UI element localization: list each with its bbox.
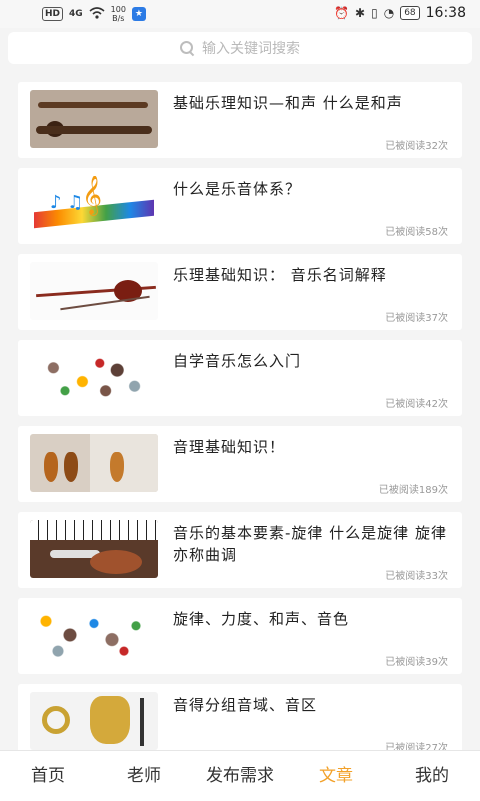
article-card[interactable]: ♪ ♫ 𝄞 什么是乐音体系？ 已被阅读58次 [18, 168, 462, 244]
read-count: 已被阅读189次 [378, 485, 448, 496]
article-thumbnail [30, 262, 158, 320]
read-count: 已被阅读42次 [385, 399, 448, 410]
search-input[interactable]: 输入关键词搜索 [202, 38, 300, 58]
read-count: 已被阅读37次 [385, 313, 448, 324]
tab-mine[interactable]: 我的 [384, 751, 480, 801]
article-thumbnail [30, 606, 158, 664]
article-title: 自学音乐怎么入门 [173, 352, 302, 370]
article-card[interactable]: 旋律、力度、和声、音色 已被阅读39次 [18, 598, 462, 674]
article-card[interactable]: 音乐的基本要素-旋律 什么是旋律 旋律亦称曲调 已被阅读33次 [18, 512, 462, 588]
article-title: 音理基础知识！ [173, 438, 286, 456]
tab-home[interactable]: 首页 [0, 751, 96, 801]
search-bar[interactable]: 输入关键词搜索 [8, 32, 472, 64]
tab-post-request[interactable]: 发布需求 [192, 751, 288, 801]
article-thumbnail [30, 90, 158, 148]
article-card[interactable]: 音得分组音域、音区 已被阅读27次 [18, 684, 462, 750]
bluetooth-icon: ✱ [355, 6, 366, 20]
tab-articles[interactable]: 文章 [288, 751, 384, 801]
article-title: 什么是乐音体系？ [173, 180, 302, 198]
clock: 16:38 [425, 5, 466, 21]
gauge-icon: ◔ [383, 6, 395, 20]
article-card[interactable]: 音理基础知识！ 已被阅读189次 [18, 426, 462, 502]
article-title: 乐理基础知识： 音乐名词解释 [173, 266, 387, 284]
article-thumbnail [30, 692, 158, 750]
tab-teachers[interactable]: 老师 [96, 751, 192, 801]
signal-icon: 4G [69, 9, 83, 19]
alarm-icon: ⏰ [334, 6, 350, 20]
read-count: 已被阅读33次 [385, 571, 448, 582]
wifi-icon [89, 6, 105, 22]
article-thumbnail: ♪ ♫ 𝄞 [30, 176, 158, 234]
network-speed: 100 B/s [110, 5, 126, 23]
bottom-tab-bar: 首页 老师 发布需求 文章 我的 [0, 750, 480, 801]
article-card[interactable]: 基础乐理知识—和声 什么是和声 已被阅读32次 [18, 82, 462, 158]
status-bar: HD 4G 100 B/s ★ ⏰ ✱ ▯ ◔ 68 16:38 [0, 0, 480, 28]
article-title: 基础乐理知识—和声 什么是和声 [173, 94, 403, 112]
read-count: 已被阅读27次 [385, 743, 448, 750]
article-card[interactable]: 乐理基础知识： 音乐名词解释 已被阅读37次 [18, 254, 462, 330]
article-title: 音得分组音域、音区 [173, 696, 318, 714]
hd-badge: HD [42, 7, 64, 21]
article-thumbnail [30, 348, 158, 406]
battery-indicator: 68 [400, 6, 420, 20]
read-count: 已被阅读58次 [385, 227, 448, 238]
read-count: 已被阅读39次 [385, 657, 448, 668]
article-list[interactable]: 基础乐理知识—和声 什么是和声 已被阅读32次 ♪ ♫ 𝄞 什么是乐音体系？ 已被… [0, 72, 480, 750]
read-count: 已被阅读32次 [385, 141, 448, 152]
article-card[interactable]: 自学音乐怎么入门 已被阅读42次 [18, 340, 462, 416]
article-title: 旋律、力度、和声、音色 [173, 610, 350, 628]
app-notification-icon: ★ [131, 7, 146, 21]
search-icon [180, 41, 195, 57]
vibrate-icon: ▯ [371, 6, 378, 20]
article-title: 音乐的基本要素-旋律 什么是旋律 旋律亦称曲调 [173, 524, 447, 564]
article-thumbnail [30, 520, 158, 578]
article-thumbnail [30, 434, 158, 492]
